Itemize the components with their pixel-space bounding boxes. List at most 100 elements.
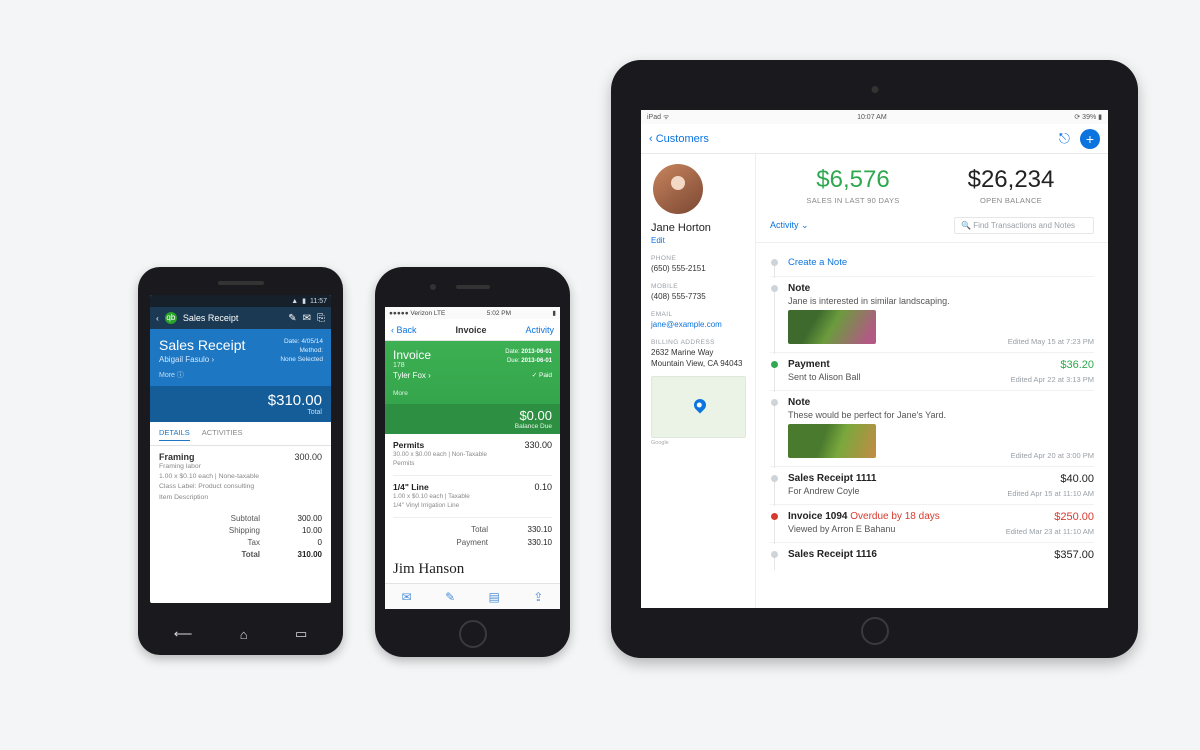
entry-text: These would be perfect for Jane's Yard. — [788, 410, 1094, 420]
map-pin-icon — [692, 397, 709, 414]
signature: Jim Hanson — [385, 555, 560, 584]
entry-title: Sales Receipt 1116 — [788, 549, 1094, 560]
subtotal-value: 300.00 — [284, 513, 322, 525]
feed-entry-note[interactable]: Note Jane is interested in similar lands… — [770, 277, 1094, 353]
payment-label: Payment — [438, 537, 488, 550]
entry-meta: Edited Mar 23 at 11:10 AM — [1006, 527, 1094, 536]
status-time: 10:07 AM — [857, 114, 887, 121]
line-item[interactable]: 1/4" Line 0.10 1.00 x $0.10 each | Taxab… — [393, 482, 552, 511]
recents-soft-icon[interactable]: ▭ — [295, 626, 307, 642]
more-link[interactable]: More — [393, 390, 552, 397]
entry-meta: Edited Apr 20 at 3:00 PM — [1011, 451, 1094, 460]
note-thumbnail[interactable] — [788, 424, 876, 458]
more-link[interactable]: More ⓘ — [159, 370, 322, 380]
note-thumbnail[interactable] — [788, 310, 876, 344]
activity-dropdown[interactable]: Activity ⌄ — [770, 220, 809, 231]
search-input[interactable]: 🔍 Find Transactions and Notes — [954, 217, 1094, 234]
balance-block: $26,234 OPEN BALANCE — [932, 166, 1090, 205]
balance-amount: $26,234 — [932, 166, 1090, 194]
android-device-frame: ▲ ▮ 11:57 ‹ qb Sales Receipt ✎ ✉ ⎘ Sales… — [138, 267, 343, 655]
tab-details[interactable]: DETAILS — [159, 428, 190, 441]
feed-create-note[interactable]: Create a Note — [770, 251, 1094, 277]
search-placeholder: Find Transactions and Notes — [973, 221, 1075, 230]
carrier-text: ●●●●● Verizon LTE — [389, 310, 445, 317]
email-label: EMAIL — [651, 311, 745, 318]
entry-title: Note — [788, 397, 1094, 408]
email-icon[interactable]: ✉ — [303, 313, 311, 324]
back-button[interactable]: ‹ Back — [391, 325, 417, 335]
sales-label: SALES IN LAST 90 DAYS — [774, 196, 932, 205]
map-thumbnail[interactable] — [651, 376, 746, 438]
line-sub2: Permits — [393, 459, 552, 468]
edit-link[interactable]: Edit — [651, 236, 745, 245]
address-line2: Mountain View, CA 94043 — [651, 359, 745, 368]
map-attribution: Google — [651, 440, 745, 446]
feed-entry-note[interactable]: Note These would be perfect for Jane's Y… — [770, 391, 1094, 467]
iphone-nav-bar: ‹ Back Invoice Activity — [385, 319, 560, 341]
timeline-dot-icon — [771, 259, 778, 266]
entry-amount: $357.00 — [1054, 549, 1094, 561]
phone-value[interactable]: (650) 555-2151 — [651, 264, 745, 273]
feed-entry-invoice-overdue[interactable]: Invoice 1094 Overdue by 18 days $250.00 … — [770, 505, 1094, 543]
timeline-dot-icon — [771, 551, 778, 558]
method-label: Method: — [300, 347, 324, 354]
subtotal-label: Subtotal — [210, 513, 260, 525]
tab-activities[interactable]: ACTIVITIES — [202, 428, 243, 441]
action-icon[interactable]: ⎋ — [1059, 130, 1070, 147]
entry-text: Jane is interested in similar landscapin… — [788, 296, 1094, 306]
mobile-value[interactable]: (408) 555-7735 — [651, 292, 745, 301]
line-item[interactable]: Permits 330.00 30.00 x $0.00 each | Non-… — [393, 440, 552, 469]
back-button[interactable]: ‹ Customers — [649, 133, 709, 145]
copy-icon[interactable]: ⎘ — [317, 313, 325, 324]
iphone-speaker — [456, 285, 490, 289]
receipt-header: Sales Receipt Abigail Fasulo › Date: 4/0… — [150, 329, 331, 386]
line-item[interactable]: Framing 300.00 Framing labor 1.00 x $0.1… — [150, 446, 331, 509]
signal-icon: ▮ — [302, 297, 306, 305]
receipt-totals: Subtotal300.00 Shipping10.00 Tax0 Total3… — [150, 509, 331, 565]
due-label: Due: — [507, 358, 520, 364]
email-value[interactable]: jane@example.com — [651, 320, 745, 329]
edit-icon[interactable]: ✎ — [445, 590, 455, 604]
customer-main: $6,576 SALES IN LAST 90 DAYS $26,234 OPE… — [756, 154, 1108, 608]
home-soft-icon[interactable]: ⌂ — [240, 627, 248, 642]
feed-entry-receipt[interactable]: Sales Receipt 1111 $40.00 For Andrew Coy… — [770, 467, 1094, 505]
invoice-meta: Date: 2013-06-01 Due: 2013-06-01 — [505, 348, 552, 366]
ipad-camera — [871, 86, 878, 93]
entry-amount: $36.20 — [1060, 359, 1094, 371]
balance-label: OPEN BALANCE — [932, 196, 1090, 205]
ipad-home-button[interactable] — [861, 617, 889, 645]
shipping-value: 10.00 — [284, 525, 322, 537]
edit-icon[interactable]: ✎ — [288, 313, 296, 324]
send-icon[interactable]: ✉︎ — [402, 590, 412, 604]
line-sub: 30.00 x $0.00 each | Non-Taxable — [393, 450, 552, 459]
back-soft-icon[interactable]: ⟵ — [174, 626, 193, 642]
avatar[interactable] — [653, 164, 703, 214]
ipad-device-frame: iPad ᯤ 10:07 AM ⟳ 39% ▮ ‹ Customers ⎋ + … — [611, 60, 1138, 658]
line-sub1: Framing labor — [159, 462, 322, 472]
nav-title: Invoice — [455, 325, 486, 335]
line-sub2: 1/4" Vinyl Irrigation Line — [393, 501, 552, 510]
back-icon[interactable]: ‹ — [156, 313, 159, 323]
activity-button[interactable]: Activity — [525, 325, 554, 335]
phone-label: PHONE — [651, 255, 745, 262]
iphone-screen: ●●●●● Verizon LTE 5:02 PM ▮ ‹ Back Invoi… — [385, 307, 560, 609]
create-note-link[interactable]: Create a Note — [788, 257, 1094, 268]
shipping-label: Shipping — [210, 525, 260, 537]
timeline-dot-icon — [771, 399, 778, 406]
status-left: iPad ᯤ — [647, 113, 669, 122]
customer-link[interactable]: Tyler Fox › — [393, 371, 552, 380]
share-icon[interactable]: ⇪ — [533, 590, 543, 604]
add-button[interactable]: + — [1080, 129, 1100, 149]
iphone-camera — [430, 284, 436, 290]
wifi-icon: ▲ — [291, 298, 298, 305]
invoice-lines: Permits 330.00 30.00 x $0.00 each | Non-… — [385, 434, 560, 555]
feed-entry-receipt[interactable]: Sales Receipt 1116 $357.00 — [770, 543, 1094, 568]
iphone-home-button[interactable] — [459, 620, 487, 648]
sales-block: $6,576 SALES IN LAST 90 DAYS — [774, 166, 932, 205]
iphone-status-bar: ●●●●● Verizon LTE 5:02 PM ▮ — [385, 307, 560, 319]
feed-entry-payment[interactable]: Payment $36.20 Sent to Alison Ball Edite… — [770, 353, 1094, 391]
divider — [393, 475, 552, 476]
divider — [393, 517, 552, 518]
entry-title: Note — [788, 283, 1094, 294]
note-icon[interactable]: ▤ — [489, 590, 500, 604]
